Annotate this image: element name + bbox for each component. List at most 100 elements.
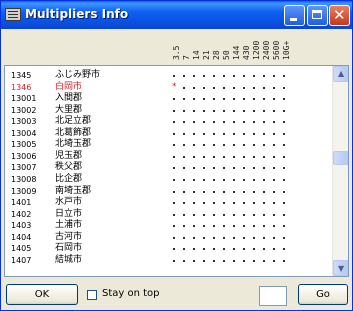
band-dot — [263, 236, 265, 239]
band-dot — [223, 225, 225, 228]
row-name: 児玉郡 — [55, 150, 83, 161]
band-dot — [233, 132, 235, 135]
scroll-down-button[interactable]: ▼ — [333, 260, 348, 276]
band-dot — [223, 167, 225, 170]
band-dot — [253, 155, 255, 158]
band-dot — [243, 248, 245, 251]
band-dot — [263, 144, 265, 147]
band-dot — [173, 121, 175, 124]
band-dot — [183, 213, 185, 216]
band-dot — [223, 155, 225, 158]
band-dot — [273, 259, 275, 262]
band-dot — [173, 225, 175, 228]
band-dot — [183, 144, 185, 147]
band-dot — [283, 202, 285, 205]
band-dot — [193, 121, 195, 124]
band-dot — [213, 225, 215, 228]
band-dot — [183, 75, 185, 77]
list-row[interactable]: 13008 比企郡 — [5, 174, 330, 185]
list-row[interactable]: 1402 日立市 — [5, 209, 330, 220]
close-button[interactable]: ✕ — [329, 5, 350, 26]
band-dot — [283, 144, 285, 147]
scroll-thumb[interactable] — [333, 150, 348, 165]
list-row[interactable]: 1401 水戸市 — [5, 197, 330, 208]
go-button[interactable]: Go — [298, 284, 348, 305]
band-dot — [283, 225, 285, 228]
band-dot — [283, 109, 285, 112]
list-row[interactable]: 13009 南埼玉郡 — [5, 186, 330, 197]
band-dot — [173, 236, 175, 239]
band-dot — [193, 86, 195, 89]
band-dot — [213, 155, 215, 158]
stay-on-top-label[interactable]: Stay on top — [102, 288, 160, 299]
band-dot — [203, 259, 205, 262]
band-dot — [203, 236, 205, 239]
band-dot — [193, 155, 195, 158]
list-row[interactable]: 1403 土浦市 — [5, 220, 330, 231]
band-dot — [213, 144, 215, 147]
row-code: 1407 — [11, 255, 32, 265]
list-row[interactable]: 13004 北葛飾郡 — [5, 128, 330, 139]
minimize-button[interactable] — [284, 5, 305, 26]
list-row[interactable]: 13003 北足立郡 — [5, 116, 330, 127]
band-dot — [263, 155, 265, 158]
band-dot — [173, 98, 175, 101]
band-dot — [213, 98, 215, 101]
list-row[interactable]: 1404 古河市 — [5, 232, 330, 243]
band-dot — [183, 190, 185, 193]
bottom-bar: OK Stay on top Go — [1, 279, 352, 310]
band-dot — [173, 109, 175, 112]
stay-on-top-checkbox[interactable] — [87, 290, 97, 300]
row-code: 13007 — [11, 163, 37, 173]
multiplier-list[interactable]: 1345 ふじみ野市 1346 白岡市 * 13001 入間郡 13002 大里郡 13003 北足… — [4, 65, 349, 277]
band-dot — [263, 178, 265, 181]
list-row[interactable]: 13006 児玉郡 — [5, 151, 330, 162]
band-dot — [283, 178, 285, 181]
band-dot — [253, 75, 255, 77]
band-dot — [263, 259, 265, 262]
band-dot — [183, 155, 185, 158]
list-row[interactable]: 13007 秩父郡 — [5, 162, 330, 173]
band-dot — [223, 144, 225, 147]
scroll-up-button[interactable]: ▲ — [333, 66, 348, 82]
vertical-scrollbar[interactable]: ▲ ▼ — [332, 66, 348, 276]
band-dot — [273, 178, 275, 181]
list-row[interactable]: 1346 白岡市 * — [5, 82, 330, 93]
list-row[interactable]: 1405 石岡市 — [5, 243, 330, 254]
list-row[interactable]: 13001 入間郡 — [5, 93, 330, 104]
band-dot — [233, 155, 235, 158]
list-row[interactable]: 13005 北埼玉郡 — [5, 139, 330, 150]
band-label: 10G+ — [282, 40, 291, 60]
band-dot — [283, 248, 285, 251]
band-dot — [263, 121, 265, 124]
band-dot — [193, 236, 195, 239]
row-name: 水戸市 — [55, 197, 83, 208]
row-code: 1405 — [11, 244, 32, 254]
row-name: 石岡市 — [55, 243, 83, 254]
band-dot — [253, 98, 255, 101]
scroll-down-arrow-icon: ▼ — [338, 264, 345, 273]
band-dot — [253, 225, 255, 228]
close-icon: ✕ — [333, 6, 346, 24]
band-dot — [213, 75, 215, 77]
list-row[interactable]: 13002 大里郡 — [5, 105, 330, 116]
band-dot — [213, 167, 215, 170]
list-row[interactable]: 1345 ふじみ野市 — [5, 70, 330, 81]
row-code: 13003 — [11, 117, 37, 127]
row-code: 1402 — [11, 209, 32, 219]
row-code: 13005 — [11, 140, 37, 150]
band-dot — [233, 178, 235, 181]
band-dot — [273, 190, 275, 193]
minimize-icon — [290, 18, 297, 21]
ok-button[interactable]: OK — [6, 284, 78, 305]
band-dot — [283, 132, 285, 135]
band-dot — [183, 121, 185, 124]
go-input[interactable] — [259, 286, 287, 306]
band-dot — [283, 213, 285, 216]
band-dot — [173, 155, 175, 158]
list-row[interactable]: 1407 結城市 — [5, 255, 330, 266]
title-bar[interactable]: Multipliers Info ✕ — [1, 1, 352, 29]
band-dot — [283, 75, 285, 77]
band-dot — [243, 190, 245, 193]
maximize-button[interactable] — [307, 5, 328, 26]
